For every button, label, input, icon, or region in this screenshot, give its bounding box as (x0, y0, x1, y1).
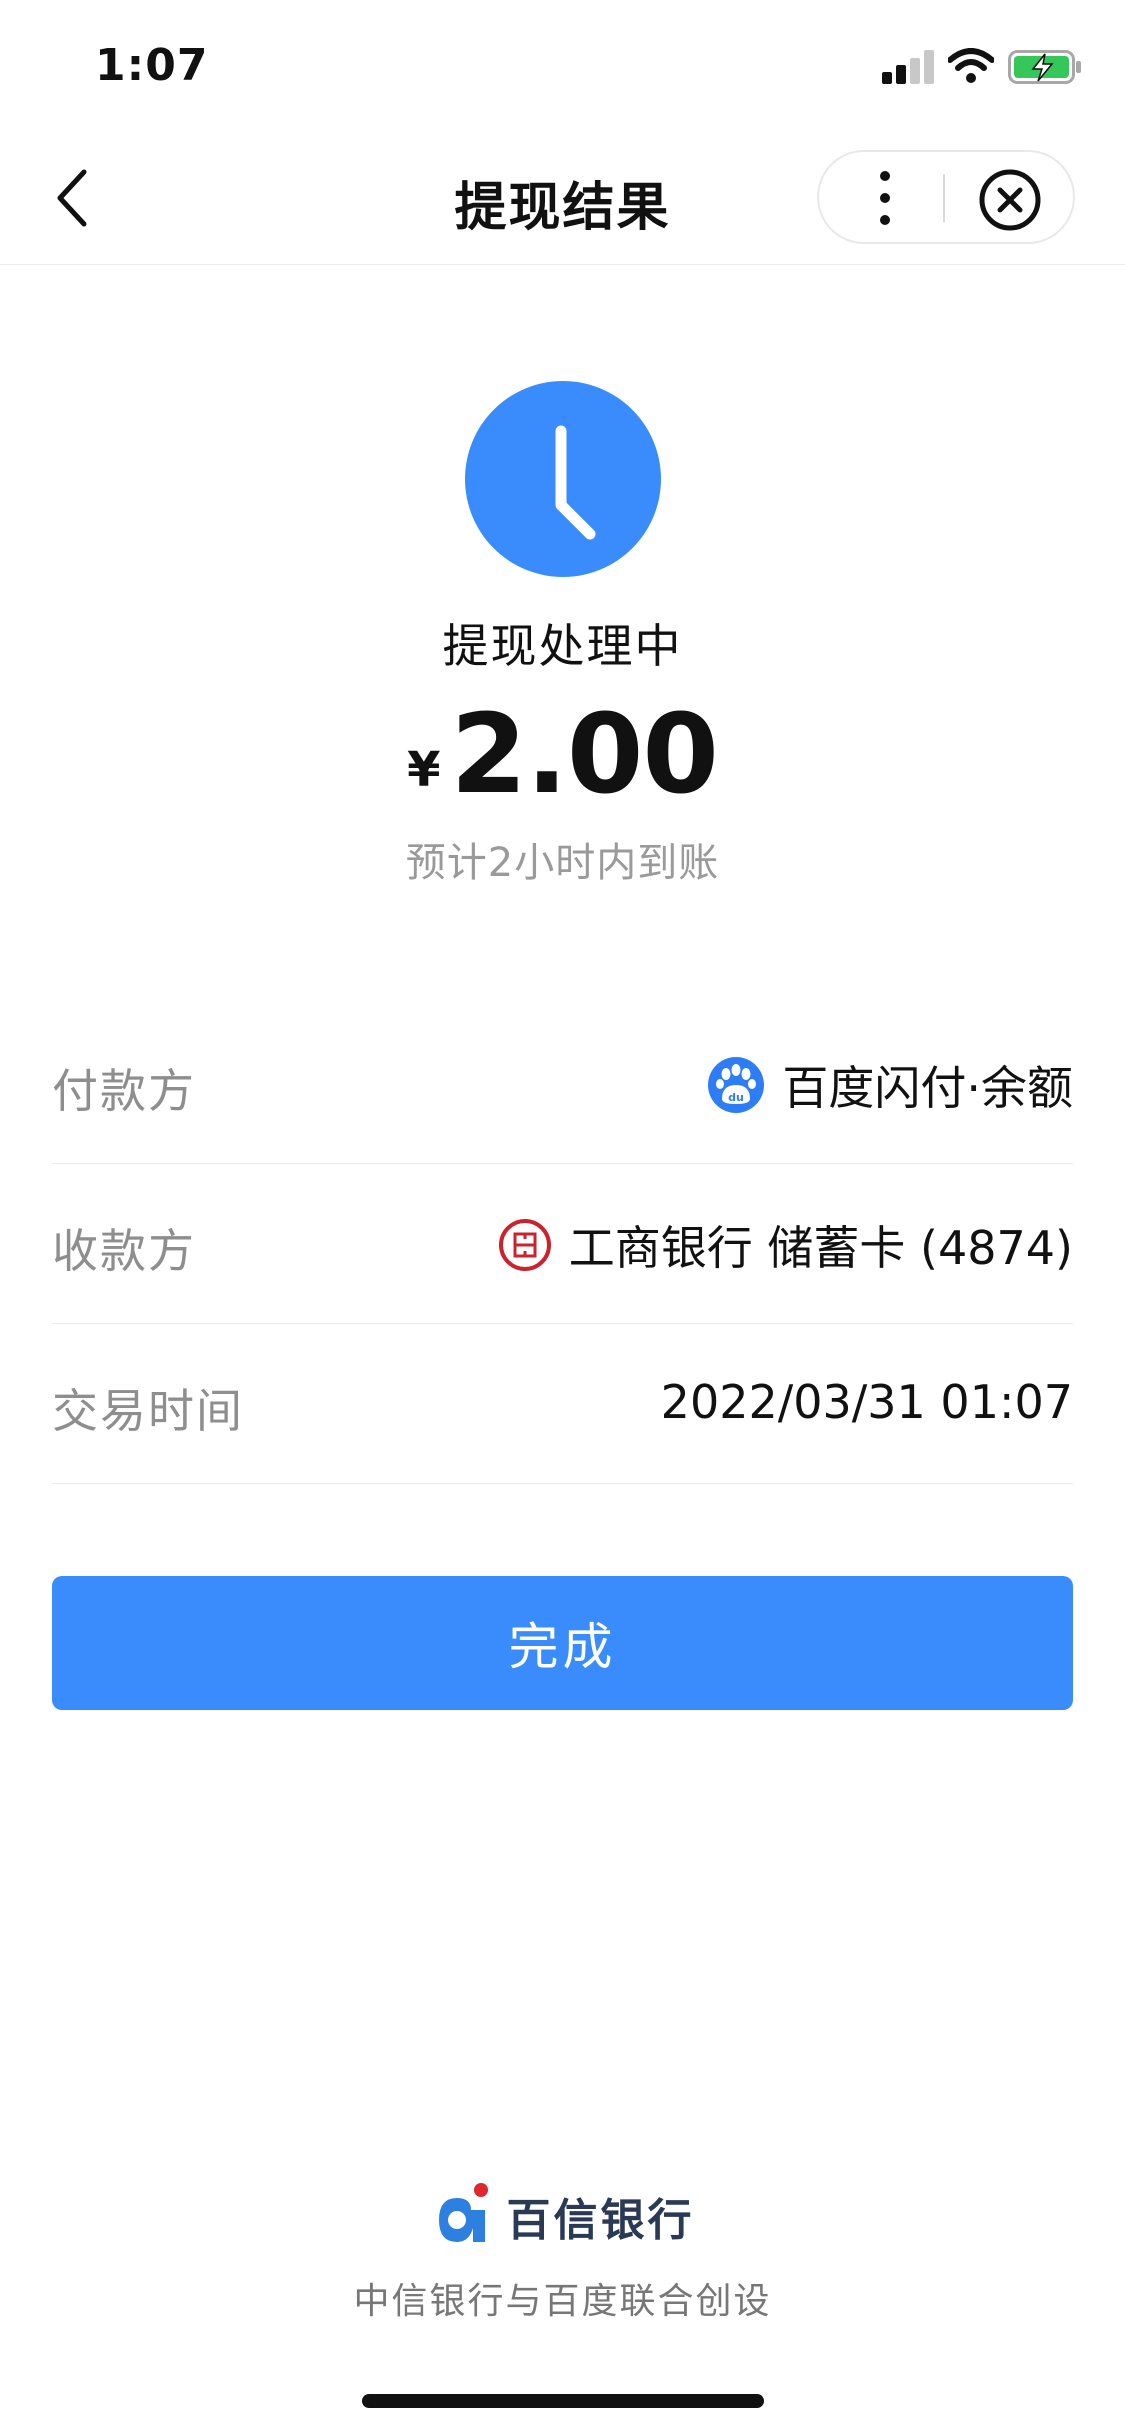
payee-value-row: 工商银行 储蓄卡 (4874) (498, 1212, 1073, 1278)
capsule-divider (943, 174, 945, 222)
done-button[interactable]: 完成 (52, 1576, 1073, 1710)
home-indicator[interactable] (362, 2394, 764, 2408)
status-text: 提现处理中 (442, 619, 683, 673)
battery-charging-icon (1008, 50, 1081, 84)
brand-name: 百信银行 (506, 2195, 695, 2246)
processing-status-badge (465, 381, 661, 577)
baidu-paw-icon: du (708, 1057, 765, 1113)
icbc-logo-icon (498, 1219, 551, 1271)
payer-value-row: du 百度闪付·余额 (708, 1052, 1073, 1118)
cellular-signal-icon (882, 48, 936, 84)
brand-logo: 百信银行 (0, 2180, 1125, 2252)
payer-label: 付款方 (52, 1064, 196, 1118)
arrival-estimate: 预计2小时内到账 (405, 840, 720, 886)
transaction-time-label: 交易时间 (52, 1384, 244, 1438)
transaction-time-value: 2022/03/31 01:07 (660, 1375, 1073, 1429)
clock-icon (555, 425, 596, 540)
more-options-icon[interactable] (860, 168, 910, 228)
status-time: 1:07 (95, 40, 209, 91)
row-divider (52, 1323, 1073, 1324)
brand-tagline: 中信银行与百度联合创设 (353, 2281, 772, 2322)
nav-divider (0, 264, 1125, 265)
payee-value: 工商银行 储蓄卡 (4874) (568, 1221, 1073, 1275)
close-icon[interactable] (978, 168, 1042, 232)
currency-symbol: ¥ (407, 742, 441, 798)
row-divider (52, 1163, 1073, 1164)
aibank-logo-icon (438, 2183, 488, 2242)
wifi-icon (948, 48, 994, 83)
row-divider (52, 1483, 1073, 1484)
svg-text:du: du (729, 1091, 745, 1104)
payee-label: 收款方 (52, 1224, 196, 1278)
payer-value: 百度闪付·余额 (782, 1061, 1073, 1115)
amount-value: 2.00 (450, 690, 719, 818)
amount-display: ¥2.00 (0, 690, 1125, 818)
